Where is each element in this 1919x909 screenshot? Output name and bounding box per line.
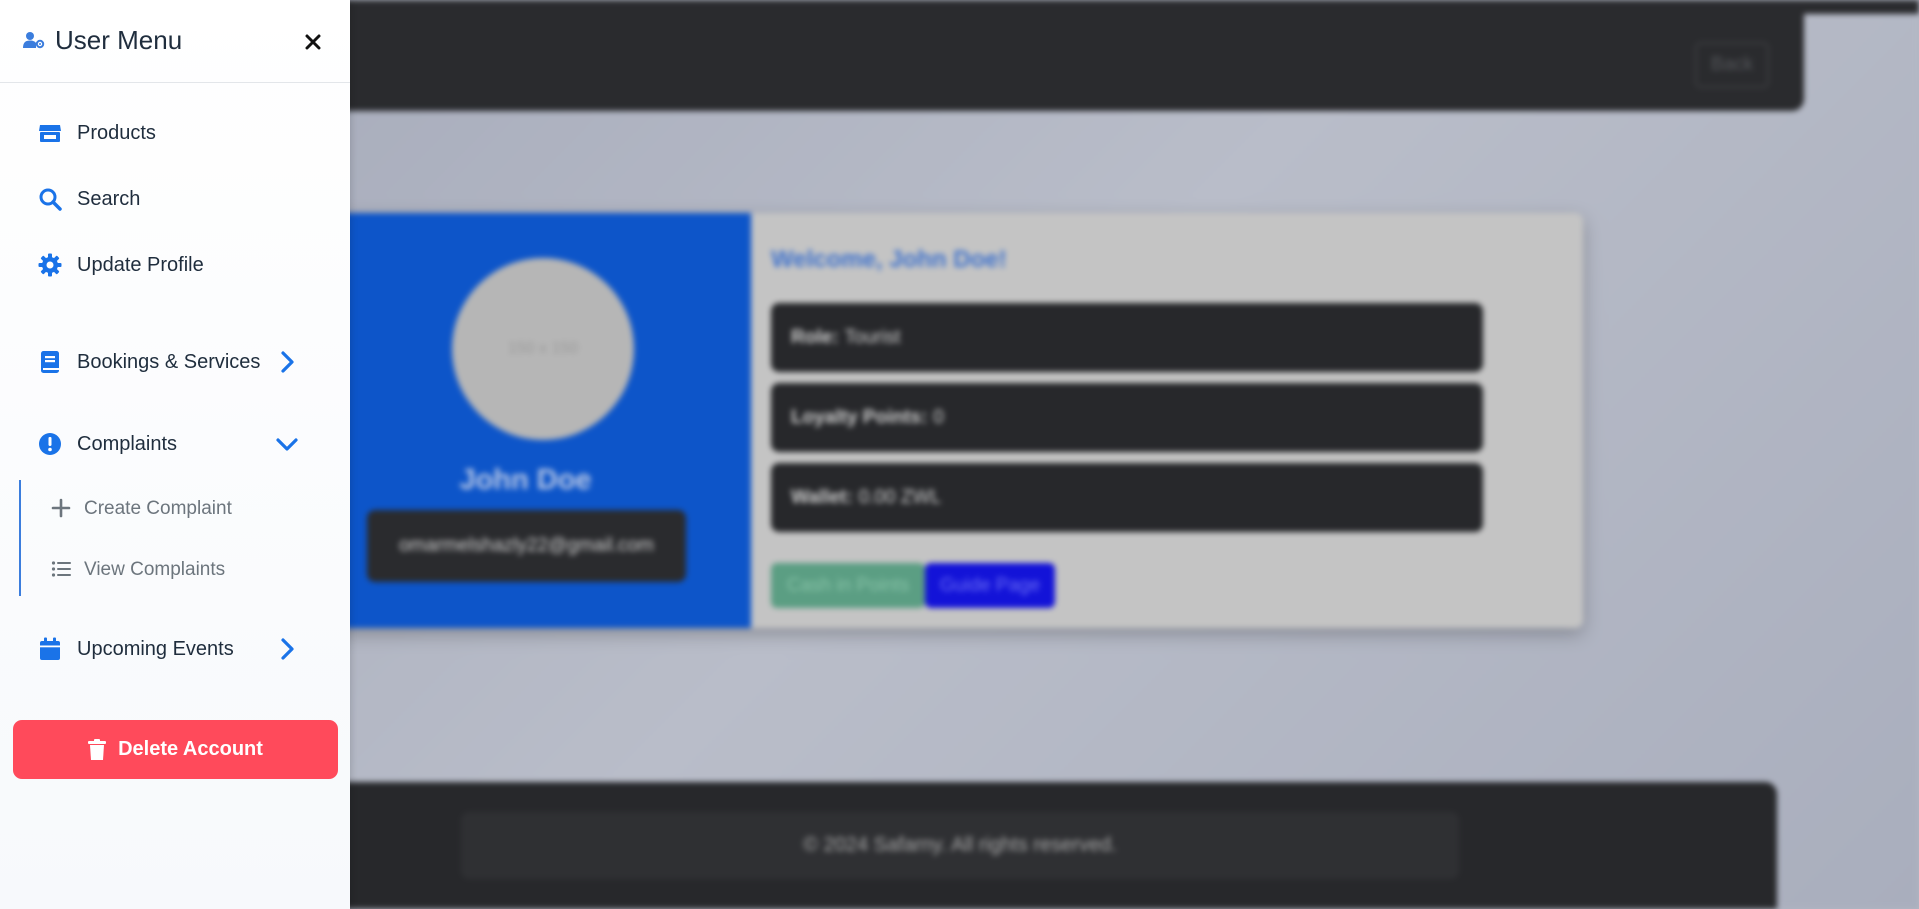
sidebar-item-search[interactable]: Search — [0, 176, 350, 222]
sidebar-item-label: Update Profile — [77, 254, 204, 276]
profile-email: omarmelshazly22@gmail.com — [367, 510, 686, 582]
sidebar-item-label: Search — [77, 188, 141, 210]
sidebar-item-update-profile[interactable]: Update Profile — [0, 242, 350, 288]
submenu-item-view-complaints[interactable]: View Complaints — [0, 547, 350, 591]
sidebar-item-label: Complaints — [77, 433, 178, 455]
list-icon — [51, 559, 71, 579]
book-icon — [38, 350, 62, 374]
profile-card: 150 x 150 John Doe omarmelshazly22@gmail… — [300, 213, 1583, 628]
chevron-down-icon[interactable] — [275, 431, 299, 457]
cash-in-points-button[interactable]: Cash in Points — [771, 563, 925, 608]
sidebar-item-products[interactable]: Products — [0, 110, 350, 156]
profile-card-left: 150 x 150 John Doe omarmelshazly22@gmail… — [300, 213, 751, 628]
submenu-item-label: View Complaints — [84, 559, 226, 580]
info-row-wallet: Wallet: 0.00 ZWL — [771, 463, 1483, 532]
store-icon — [38, 121, 62, 145]
exclamation-circle-icon — [38, 432, 62, 456]
submenu-item-create-complaint[interactable]: Create Complaint — [0, 486, 350, 530]
info-row-role: Role: Tourist — [771, 303, 1483, 372]
page-header: Back — [300, 14, 1804, 111]
welcome-heading: Welcome, John Doe! — [771, 246, 1007, 273]
calendar-icon — [38, 637, 62, 661]
profile-card-right: Welcome, John Doe! Role: Tourist Loyalty… — [752, 213, 1583, 628]
back-button[interactable]: Back — [1695, 42, 1769, 88]
sidebar-item-label: Bookings & Services — [77, 351, 261, 373]
search-icon — [38, 187, 62, 211]
guide-page-button[interactable]: Guide Page — [925, 563, 1055, 608]
sidebar-header: User Menu — [0, 0, 350, 83]
info-label: Wallet: — [791, 486, 853, 508]
sidebar-item-complaints[interactable]: Complaints — [0, 421, 350, 467]
info-value: 0.00 ZWL — [858, 486, 941, 508]
gear-icon — [38, 253, 62, 277]
chevron-right-icon[interactable] — [275, 349, 299, 375]
avatar: 150 x 150 — [452, 258, 634, 440]
info-value: Tourist — [844, 326, 901, 348]
footer-copyright: © 2024 Safarny. All rights reserved. — [461, 812, 1459, 879]
info-value: 0 — [933, 406, 944, 428]
trash-icon — [88, 738, 107, 760]
delete-account-button[interactable]: Delete Account — [13, 720, 338, 779]
sidebar-item-label: Upcoming Events — [77, 638, 234, 660]
avatar-placeholder-text: 150 x 150 — [507, 340, 579, 357]
page-footer: © 2024 Safarny. All rights reserved. — [300, 782, 1777, 909]
info-row-loyalty: Loyalty Points: 0 — [771, 383, 1483, 452]
sidebar-item-bookings-services[interactable]: Bookings & Services — [0, 339, 350, 385]
submenu-item-label: Create Complaint — [84, 498, 232, 519]
sidebar-title: User Menu — [55, 25, 183, 55]
profile-name: John Doe — [459, 464, 592, 496]
user-gear-icon — [23, 31, 45, 49]
close-icon[interactable] — [301, 30, 325, 54]
plus-icon — [51, 498, 71, 518]
delete-account-label: Delete Account — [118, 738, 263, 760]
user-menu-sidebar: User Menu Products Search Update Profile… — [0, 0, 350, 909]
sidebar-item-label: Products — [77, 122, 156, 144]
info-label: Role: — [791, 326, 839, 348]
info-label: Loyalty Points: — [791, 406, 928, 428]
chevron-right-icon[interactable] — [275, 636, 299, 662]
sidebar-item-upcoming-events[interactable]: Upcoming Events — [0, 626, 350, 672]
